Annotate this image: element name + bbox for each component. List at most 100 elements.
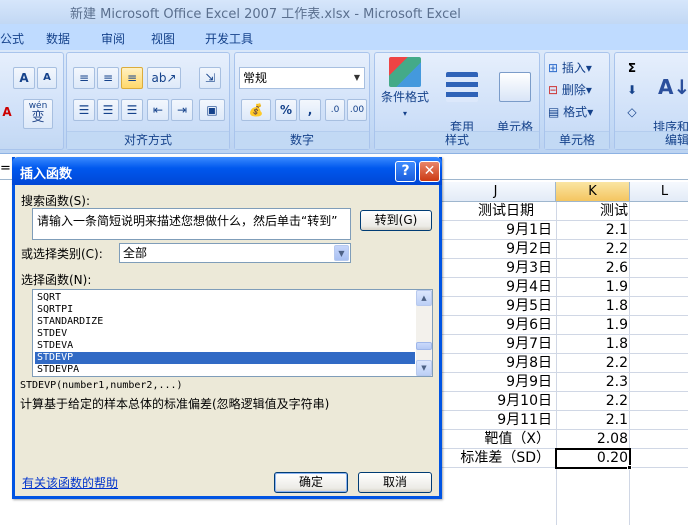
format-cells-button[interactable]: ▤ 格式▾ [547, 101, 609, 123]
function-list-item[interactable]: SQRT [35, 292, 415, 304]
tab-data[interactable]: 数据 [46, 30, 70, 47]
cell-j[interactable]: 靶值（X） [436, 430, 550, 449]
ok-button[interactable]: 确定 [274, 472, 348, 493]
scroll-thumb[interactable] [416, 342, 432, 350]
comma-label: , [307, 103, 313, 117]
accounting-format-button[interactable]: 💰 [241, 99, 271, 121]
function-list-item[interactable]: STDEVA [35, 340, 415, 352]
cell-k[interactable]: 2.1 [556, 221, 628, 240]
delete-cells-button[interactable]: ⊟ 删除▾ [547, 79, 609, 101]
increase-decimal-button[interactable]: .0 [325, 99, 345, 121]
search-function-label: 搜索函数(S): [21, 194, 91, 208]
cell-j[interactable]: 9月3日 [440, 259, 552, 278]
number-group: 常规 ▼ 💰 % , .0 .00 数字 [234, 52, 370, 150]
decrease-decimal-button[interactable]: .00 [347, 99, 367, 121]
function-list[interactable]: SQRT SQRTPI STANDARDIZE STDEV STDEVA STDEVP ST… [32, 289, 433, 377]
delete-label: 删除 [561, 83, 586, 97]
go-button[interactable]: 转到(G) [360, 210, 432, 231]
cell-j[interactable]: 9月2日 [440, 240, 552, 259]
cell-j[interactable]: 9月5日 [440, 297, 552, 316]
tab-developer[interactable]: 开发工具 [205, 30, 253, 47]
cell-j[interactable]: 9月6日 [440, 316, 552, 335]
conditional-format-button[interactable]: 条件格式 ▾ [377, 57, 433, 121]
search-function-input[interactable]: 请输入一条简短说明来描述您想做什么，然后单击“转到” [32, 208, 351, 240]
align-left-button[interactable]: ☰ [73, 99, 95, 121]
cell-j[interactable]: 9月10日 [440, 392, 552, 411]
column-header-k[interactable]: K [556, 182, 630, 202]
function-help-link[interactable]: 有关该函数的帮助 [22, 474, 118, 491]
function-list-item[interactable]: SQRTPI [35, 304, 415, 316]
cell-j[interactable]: 9月9日 [440, 373, 552, 392]
cell-j[interactable]: 9月7日 [440, 335, 552, 354]
cancel-button[interactable]: 取消 [358, 472, 432, 493]
function-list-item[interactable]: STDEV [35, 328, 415, 340]
cell-k[interactable]: 测试 [556, 202, 628, 221]
chevron-down-icon: ▼ [421, 364, 427, 372]
cell-k[interactable]: 2.08 [556, 430, 628, 449]
number-group-label[interactable]: 数字 [235, 131, 369, 149]
fill-handle[interactable] [627, 465, 632, 470]
cell-j[interactable]: 9月4日 [440, 278, 552, 297]
tab-review[interactable]: 审阅 [101, 30, 125, 47]
clear-button[interactable]: ◇ [619, 101, 645, 123]
function-list-item[interactable]: STDEVP [35, 352, 415, 364]
cell-k[interactable]: 2.1 [556, 411, 628, 430]
increase-indent-button[interactable]: ⇥ [171, 99, 193, 121]
phonetic-button[interactable]: wén 变 [23, 99, 53, 129]
align-middle-button[interactable]: ≡ [97, 67, 119, 89]
cell-j[interactable]: 9月11日 [440, 411, 552, 430]
category-label: 或选择类别(C): [21, 247, 103, 261]
scroll-down-button[interactable]: ▼ [416, 360, 432, 376]
number-format-select[interactable]: 常规 ▼ [239, 67, 365, 89]
insert-cells-button[interactable]: ⊞ 插入▾ [547, 57, 609, 79]
align-bottom-button[interactable]: ≡ [121, 67, 143, 89]
alignment-group-label[interactable]: 对齐方式 [67, 131, 229, 149]
cell-k[interactable]: 1.8 [556, 335, 628, 354]
column-header-l[interactable]: L [630, 182, 688, 202]
font-grow-button[interactable]: A [13, 67, 35, 89]
function-list-item[interactable]: STDEVPA [35, 364, 415, 376]
cell-k[interactable]: 1.9 [556, 316, 628, 335]
chevron-down-icon: ▼ [334, 245, 349, 261]
close-button[interactable]: ✕ [419, 161, 440, 182]
font-shrink-button[interactable]: A [37, 67, 57, 89]
tab-view[interactable]: 视图 [151, 30, 175, 47]
decrease-indent-button[interactable]: ⇤ [147, 99, 169, 121]
scroll-up-button[interactable]: ▲ [416, 290, 432, 306]
function-description: 计算基于给定的样本总体的标准偏差(忽略逻辑值及字符串) [20, 397, 330, 411]
merge-center-button[interactable]: ▣ [199, 99, 225, 121]
cell-k[interactable]: 2.2 [556, 240, 628, 259]
ribbon-tab-bar: 公式 数据 审阅 视图 开发工具 [0, 24, 688, 50]
cell-k[interactable]: 2.2 [556, 392, 628, 411]
font-color-button[interactable]: A [0, 101, 15, 123]
category-select[interactable]: 全部 ▼ [119, 243, 351, 263]
comma-button[interactable]: , [299, 99, 321, 121]
cell-k[interactable]: 2.2 [556, 354, 628, 373]
dialog-title-bar[interactable]: 插入函数 ? ✕ [12, 157, 442, 185]
align-center-button[interactable]: ☰ [97, 99, 119, 121]
align-top-button[interactable]: ≡ [73, 67, 95, 89]
cell-k[interactable]: 1.8 [556, 297, 628, 316]
orientation-button[interactable]: ab↗ [147, 67, 181, 89]
eraser-icon: ◇ [627, 105, 637, 119]
cell-k[interactable]: 2.6 [556, 259, 628, 278]
function-list-item[interactable]: STANDARDIZE [35, 316, 415, 328]
wrap-text-button[interactable]: ⇲ [199, 67, 221, 89]
chevron-down-icon: ▼ [353, 73, 361, 82]
cell-j[interactable]: 9月8日 [440, 354, 552, 373]
function-list-scrollbar[interactable]: ▲ ▼ [416, 290, 432, 376]
insert-function-dialog: 插入函数 ? ✕ 搜索函数(S): 请输入一条简短说明来描述您想做什么，然后单击… [12, 157, 442, 499]
tab-formulas[interactable]: 公式 [0, 30, 24, 47]
help-button[interactable]: ? [395, 161, 416, 182]
cell-j[interactable]: 标准差（SD） [436, 449, 550, 468]
percent-button[interactable]: % [275, 99, 297, 121]
fill-button[interactable]: ⬇ [619, 79, 645, 101]
cell-k[interactable]: 2.3 [556, 373, 628, 392]
align-right-button[interactable]: ☰ [121, 99, 143, 121]
cell-j[interactable]: 测试日期 [456, 202, 556, 221]
column-header-j[interactable]: J [436, 182, 556, 202]
cell-k[interactable]: 1.9 [556, 278, 628, 297]
cell-j[interactable]: 9月1日 [440, 221, 552, 240]
autosum-button[interactable]: Σ [619, 57, 645, 79]
insert-label: 插入 [561, 61, 586, 75]
